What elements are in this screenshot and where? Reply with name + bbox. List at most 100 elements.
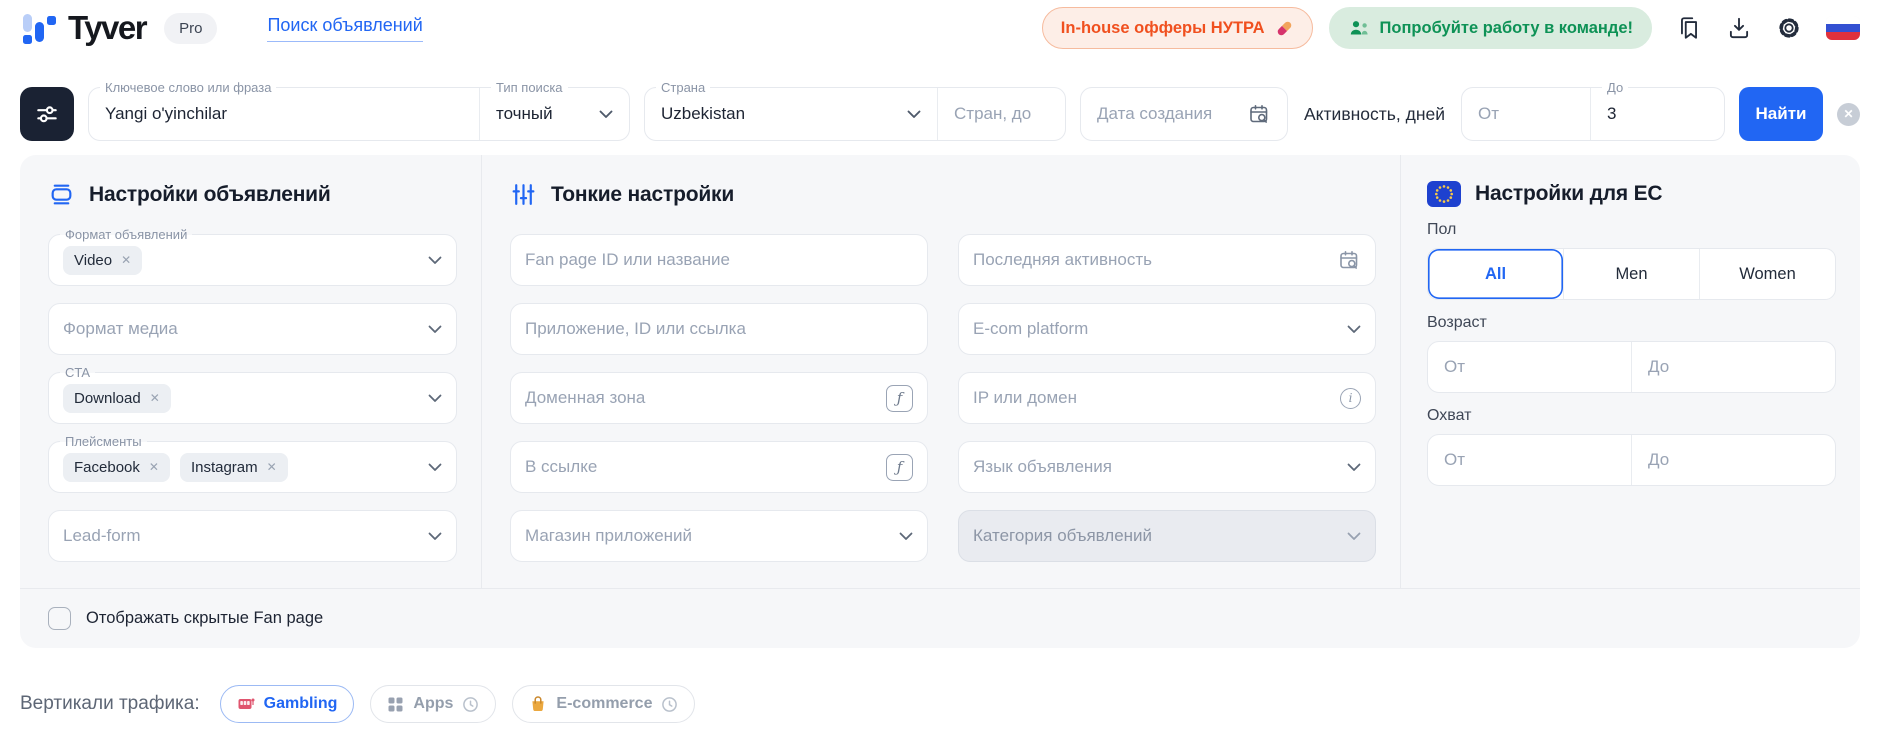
reach-to-input[interactable] bbox=[1648, 450, 1819, 470]
chevron-down-icon bbox=[1335, 325, 1361, 334]
chip-remove-icon[interactable]: ✕ bbox=[121, 253, 131, 267]
eu-settings-title: Настройки для ЕС bbox=[1475, 182, 1663, 205]
reach-from-field[interactable] bbox=[1428, 435, 1631, 485]
fanpage-field[interactable] bbox=[510, 234, 928, 286]
gender-segmented-control: All Men Women bbox=[1427, 248, 1836, 300]
ip-domain-input[interactable] bbox=[973, 388, 1330, 408]
filters-panel: Настройки объявлений Формат объявлений V… bbox=[20, 155, 1860, 648]
age-from-field[interactable] bbox=[1428, 342, 1631, 392]
vertical-chip-gambling[interactable]: Gambling bbox=[219, 685, 355, 723]
search-type-select[interactable]: Тип поиска точный bbox=[479, 80, 629, 140]
hidden-fanpage-checkbox[interactable] bbox=[48, 607, 71, 630]
chip-video[interactable]: Video ✕ bbox=[63, 245, 143, 275]
calendar-search-icon[interactable] bbox=[1338, 249, 1361, 272]
media-format-placeholder: Формат медиа bbox=[63, 319, 178, 338]
countries-to-input[interactable] bbox=[954, 104, 1049, 124]
filters-bar: Ключевое слово или фраза Тип поиска точн… bbox=[0, 80, 1880, 141]
bookmarks-icon[interactable] bbox=[1676, 15, 1702, 41]
header: Tyver Pro Поиск объявлений In-house оффе… bbox=[0, 0, 1880, 56]
brand-name: Tyver bbox=[68, 9, 148, 46]
filters-toggle-button[interactable] bbox=[20, 87, 74, 141]
reach-from-input[interactable] bbox=[1444, 450, 1615, 470]
function-icon[interactable]: ƒ bbox=[886, 453, 913, 481]
ip-domain-field[interactable]: i bbox=[958, 372, 1376, 424]
age-from-input[interactable] bbox=[1444, 357, 1615, 377]
app-store-placeholder: Магазин приложений bbox=[525, 526, 693, 545]
shopping-bag-icon bbox=[529, 695, 547, 713]
leadform-placeholder: Lead-form bbox=[63, 526, 141, 545]
ecom-platform-select[interactable]: E-com platform bbox=[958, 303, 1376, 355]
chip-remove-icon[interactable]: ✕ bbox=[149, 460, 159, 474]
slot-machine-icon bbox=[237, 695, 255, 713]
age-label: Возраст bbox=[1427, 314, 1487, 331]
age-to-input[interactable] bbox=[1648, 357, 1819, 377]
vertical-chip-label: Gambling bbox=[263, 695, 338, 712]
ads-settings-icon bbox=[48, 181, 75, 208]
ad-format-select[interactable]: Формат объявлений Video ✕ bbox=[48, 227, 457, 286]
in-link-input[interactable] bbox=[525, 457, 876, 477]
activity-from-input[interactable] bbox=[1478, 104, 1574, 124]
vertical-chip-label: E-commerce bbox=[556, 695, 653, 712]
vertical-chip-ecommerce[interactable]: E-commerce bbox=[512, 685, 696, 723]
domain-zone-field[interactable]: ƒ bbox=[510, 372, 928, 424]
keyword-field[interactable]: Ключевое слово или фраза bbox=[89, 80, 479, 140]
age-to-field[interactable] bbox=[1631, 342, 1835, 392]
fine-settings-title: Тонкие настройки bbox=[551, 182, 735, 206]
reach-to-field[interactable] bbox=[1631, 435, 1835, 485]
ad-language-select[interactable]: Язык объявления bbox=[958, 441, 1376, 493]
chip-download[interactable]: Download ✕ bbox=[63, 383, 171, 413]
plan-badge: Pro bbox=[164, 12, 218, 44]
search-submit-button[interactable]: Найти bbox=[1739, 87, 1823, 141]
chip-remove-icon[interactable]: ✕ bbox=[267, 460, 277, 474]
creation-date-field[interactable] bbox=[1080, 87, 1288, 141]
chip-facebook[interactable]: Facebook ✕ bbox=[63, 452, 170, 482]
country-select[interactable]: Страна Uzbekistan bbox=[645, 80, 937, 140]
chip-instagram[interactable]: Instagram ✕ bbox=[179, 452, 288, 482]
coming-soon-clock-icon bbox=[661, 696, 678, 713]
function-icon[interactable]: ƒ bbox=[886, 384, 913, 412]
calendar-search-icon[interactable] bbox=[1248, 103, 1271, 126]
cta-select[interactable]: CTA Download ✕ bbox=[48, 365, 457, 424]
brand[interactable]: Tyver Pro bbox=[20, 8, 218, 48]
settings-gear-icon[interactable] bbox=[1776, 15, 1802, 41]
media-format-select[interactable]: Формат медиа bbox=[48, 303, 457, 355]
brand-logo-icon bbox=[20, 8, 56, 48]
chevron-down-icon bbox=[416, 463, 442, 472]
offers-button-label: In-house офферы НУТРА bbox=[1060, 18, 1265, 37]
fine-settings-icon bbox=[510, 181, 537, 208]
fanpage-input[interactable] bbox=[525, 250, 913, 270]
gender-option-women[interactable]: Women bbox=[1699, 249, 1835, 299]
sliders-icon bbox=[34, 101, 60, 127]
close-filters-icon[interactable]: ✕ bbox=[1837, 102, 1860, 126]
app-field[interactable] bbox=[510, 303, 928, 355]
countries-to-field[interactable] bbox=[937, 88, 1065, 140]
search-type-label: Тип поиска bbox=[491, 80, 568, 96]
vertical-chip-apps[interactable]: Apps bbox=[370, 685, 497, 723]
chevron-down-icon bbox=[416, 325, 442, 334]
chip-remove-icon[interactable]: ✕ bbox=[150, 391, 160, 405]
last-activity-field[interactable] bbox=[958, 234, 1376, 286]
download-icon[interactable] bbox=[1726, 15, 1752, 41]
activity-to-field[interactable]: До bbox=[1590, 80, 1724, 140]
ad-category-select-disabled: Категория объявлений bbox=[958, 510, 1376, 562]
team-button[interactable]: Попробуйте работу в команде! bbox=[1328, 7, 1652, 49]
in-link-field[interactable]: ƒ bbox=[510, 441, 928, 493]
inhouse-offers-button[interactable]: In-house офферы НУТРА bbox=[1041, 7, 1313, 49]
language-flag-russia[interactable] bbox=[1826, 16, 1860, 40]
nav-link-ads-search[interactable]: Поиск объявлений bbox=[267, 15, 423, 42]
app-store-select[interactable]: Магазин приложений bbox=[510, 510, 928, 562]
activity-to-input[interactable] bbox=[1607, 104, 1708, 124]
gender-option-all[interactable]: All bbox=[1428, 249, 1563, 299]
domain-zone-input[interactable] bbox=[525, 388, 876, 408]
last-activity-input[interactable] bbox=[973, 250, 1328, 270]
activity-from-field[interactable] bbox=[1462, 88, 1590, 140]
app-input[interactable] bbox=[525, 319, 913, 339]
keyword-input[interactable] bbox=[105, 104, 463, 124]
hidden-fanpage-label: Отображать скрытые Fan page bbox=[86, 609, 324, 627]
apps-grid-icon bbox=[387, 696, 404, 713]
creation-date-input[interactable] bbox=[1097, 104, 1248, 124]
age-range-group bbox=[1427, 341, 1836, 393]
gender-option-men[interactable]: Men bbox=[1563, 249, 1699, 299]
leadform-select[interactable]: Lead-form bbox=[48, 510, 457, 562]
placements-select[interactable]: Плейсменты Facebook ✕ Instagram ✕ bbox=[48, 434, 457, 493]
